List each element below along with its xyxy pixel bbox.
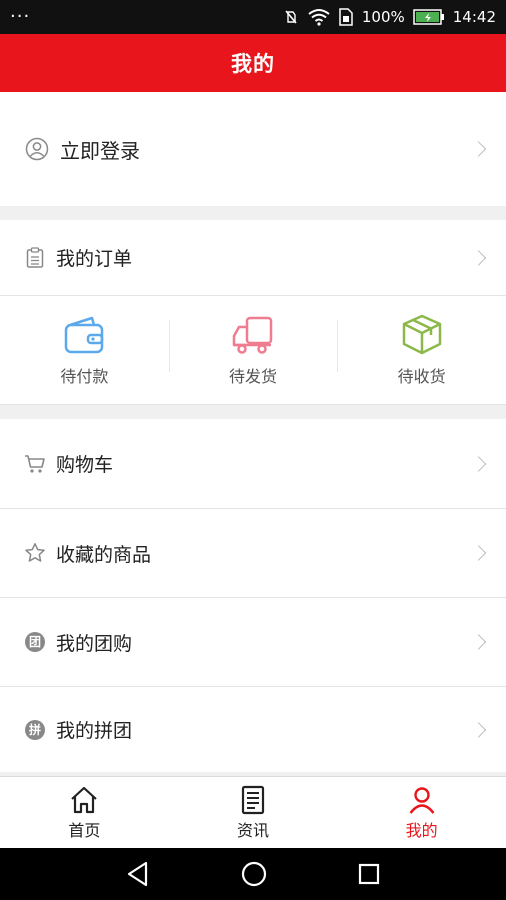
user-circle-icon [24, 136, 50, 162]
home-icon [71, 786, 98, 814]
chevron-right-icon [470, 545, 487, 561]
order-status-bar: 待付款 待发货 待收货 [0, 296, 506, 405]
menu-item-group-deal[interactable]: 拼 我的拼团 [0, 687, 506, 772]
tab-label: 首页 [68, 821, 101, 840]
menu-item-label: 购物车 [56, 454, 114, 476]
page-title: 我的 [231, 52, 275, 76]
group-deal-icon: 拼 [24, 719, 46, 741]
order-pending-shipment[interactable]: 待发货 [168, 296, 338, 404]
status-icons: 100% 14:42 [282, 8, 496, 26]
vibrate-off-icon [285, 10, 297, 24]
tab-label: 我的 [405, 821, 438, 840]
section-gap [0, 405, 506, 419]
system-nav-bar [0, 848, 506, 900]
group-deal-badge: 拼 [29, 722, 41, 737]
chevron-right-icon [470, 141, 487, 157]
menu-item-cart[interactable]: 购物车 [0, 419, 506, 509]
home-circle-icon[interactable] [241, 861, 267, 887]
chevron-right-icon [470, 721, 487, 738]
chevron-right-icon [470, 634, 487, 650]
menu-item-label: 我的拼团 [56, 720, 133, 742]
battery-percent: 100% [361, 8, 405, 26]
status-bar: ··· 100% 14:42 [0, 0, 506, 34]
news-icon [241, 785, 265, 815]
tab-label: 资讯 [237, 821, 270, 840]
my-orders-label: 我的订单 [56, 248, 133, 270]
wifi-icon [308, 9, 330, 26]
user-icon [409, 787, 435, 814]
section-gap [0, 206, 506, 220]
star-icon [24, 542, 46, 564]
sim-icon [339, 8, 353, 26]
back-icon[interactable] [126, 861, 150, 887]
menu-item-group-buy[interactable]: 团 我的团购 [0, 598, 506, 687]
group-buy-icon: 团 [24, 631, 46, 653]
group-buy-badge: 团 [29, 635, 41, 649]
menu-item-favorites[interactable]: 收藏的商品 [0, 509, 506, 598]
wallet-icon [65, 316, 104, 354]
battery-icon [413, 9, 444, 25]
status-menu-dots: ··· [10, 6, 31, 27]
recents-icon[interactable] [358, 863, 380, 885]
order-pending-receipt[interactable]: 待收货 [337, 296, 506, 404]
order-status-label: 待发货 [229, 367, 278, 386]
chevron-right-icon [470, 455, 487, 472]
status-time: 14:42 [452, 8, 496, 26]
truck-icon [232, 316, 273, 354]
order-pending-payment[interactable]: 待付款 [0, 296, 169, 404]
tab-home[interactable]: 首页 [0, 777, 169, 849]
login-row[interactable]: 立即登录 [0, 92, 506, 206]
order-status-label: 待付款 [60, 367, 109, 386]
menu-item-label: 收藏的商品 [56, 543, 152, 566]
chevron-right-icon [470, 249, 487, 266]
package-icon [402, 314, 441, 355]
login-label: 立即登录 [60, 138, 140, 163]
tab-mine[interactable]: 我的 [337, 777, 506, 849]
menu-item-label: 我的团购 [56, 632, 133, 655]
clipboard-icon [24, 246, 46, 269]
cart-icon [24, 453, 46, 475]
tab-news[interactable]: 资讯 [169, 777, 338, 849]
my-orders-row[interactable]: 我的订单 [0, 220, 506, 296]
page-header: 我的 [0, 34, 506, 92]
profile-content: 立即登录 我的订单 待付款 待发货 待收货 购物车 收藏的商品 团 我的团购 拼… [0, 92, 506, 772]
order-status-label: 待收货 [397, 367, 446, 386]
bottom-tab-bar: 首页 资讯 我的 [0, 776, 506, 849]
